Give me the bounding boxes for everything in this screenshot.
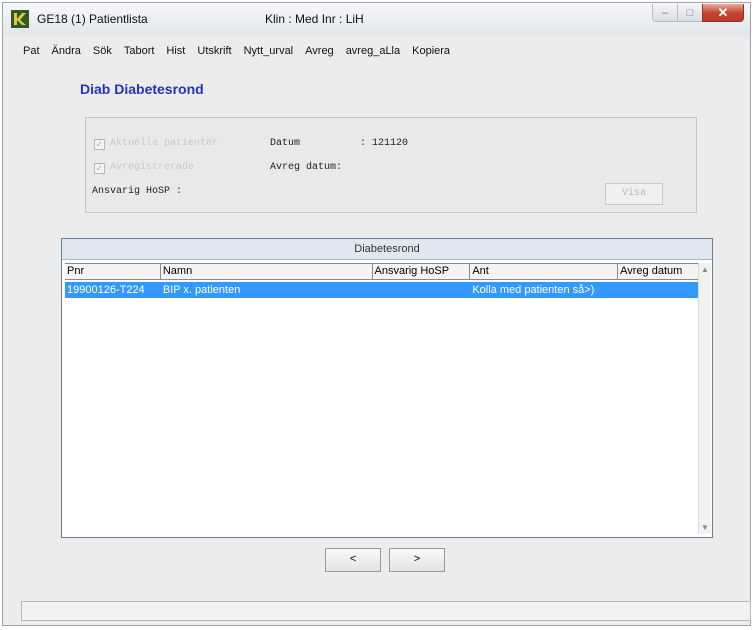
app-logo-icon (11, 10, 29, 28)
close-button[interactable]: ✕ (702, 4, 744, 22)
menu-avreg[interactable]: Avreg (299, 45, 340, 57)
title-bar[interactable]: GE18 (1) Patientlista Klin : Med Inr : L… (3, 3, 750, 35)
scroll-down-icon[interactable]: ▼ (699, 523, 711, 532)
menu-utskrift[interactable]: Utskrift (191, 45, 237, 57)
previous-button[interactable]: < (325, 548, 381, 572)
ansvarig-label: Ansvarig HoSP : (92, 186, 183, 197)
menu-nytt-urval[interactable]: Nytt_urval (238, 45, 300, 57)
datum-label: Datum (270, 138, 301, 149)
status-bar (21, 601, 751, 621)
menu-tabort[interactable]: Tabort (118, 45, 161, 57)
window-title: GE18 (1) Patientlista (37, 12, 148, 26)
table-row[interactable]: 19900126-T224 BIP x. patienten Kolla med… (65, 282, 698, 298)
column-header-namn[interactable]: Namn (161, 264, 373, 279)
visa-button[interactable]: Visa (605, 183, 663, 205)
aktuella-checkbox[interactable]: ✓ (94, 139, 105, 150)
clinic-info: Klin : Med Inr : LiH (265, 12, 364, 26)
menu-hist[interactable]: Hist (160, 45, 191, 57)
scroll-up-icon[interactable]: ▲ (699, 265, 711, 274)
next-button[interactable]: > (389, 548, 445, 572)
avreg-datum-label: Avreg datum: (270, 162, 343, 173)
minimize-button[interactable]: – (652, 4, 678, 22)
cell-ant: Kolla med patienten så>) (472, 284, 595, 296)
column-header-ant[interactable]: Ant (470, 264, 619, 279)
avregistrerade-label: Avregistrerade (110, 162, 195, 173)
avregistrerade-checkbox[interactable]: ✓ (94, 163, 105, 174)
list-header: Pnr Namn Ansvarig HoSP Ant Avreg datum (65, 263, 698, 280)
cell-pnr: 19900126-T224 (67, 284, 145, 296)
filter-group: ✓ Aktuella patienter Datum : 121120 ✓ Av… (85, 117, 697, 213)
menu-avreg-alla[interactable]: avreg_aLla (340, 45, 406, 57)
menu-sok[interactable]: Sök (87, 45, 118, 57)
column-header-ansvarig[interactable]: Ansvarig HoSP (373, 264, 471, 279)
page-title: Diab Diabetesrond (80, 81, 204, 97)
aktuella-label: Aktuella patienter (110, 138, 219, 149)
app-window: GE18 (1) Patientlista Klin : Med Inr : L… (2, 2, 751, 626)
datum-value: : 121120 (360, 138, 409, 149)
vertical-scrollbar[interactable]: ▲ ▼ (698, 263, 711, 534)
list-caption: Diabetesrond (62, 239, 712, 260)
cell-avreg-datum (618, 282, 698, 298)
menu-pat[interactable]: Pat (3, 45, 46, 57)
column-header-pnr[interactable]: Pnr (65, 264, 161, 279)
menu-andra[interactable]: Ändra (46, 45, 87, 57)
column-header-avreg-datum[interactable]: Avreg datum (618, 264, 698, 279)
menu-kopiera[interactable]: Kopiera (406, 45, 456, 57)
patient-list: Diabetesrond Pnr Namn Ansvarig HoSP Ant … (61, 238, 713, 538)
cell-namn: BIP x. patienten (162, 284, 241, 296)
cell-ansvarig (373, 282, 471, 298)
maximize-button[interactable]: □ (677, 4, 703, 22)
menu-bar: Pat Ändra Sök Tabort Hist Utskrift Nytt_… (3, 41, 750, 61)
